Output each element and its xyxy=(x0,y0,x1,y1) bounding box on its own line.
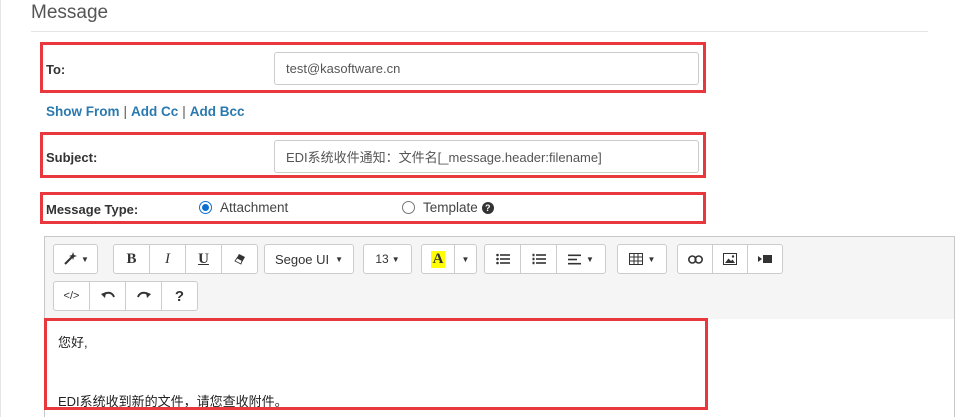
font-size-dropdown[interactable]: 13 ▼ xyxy=(363,244,412,274)
title-divider xyxy=(31,31,928,32)
video-button[interactable] xyxy=(747,244,783,274)
radio-attachment-selected-icon[interactable] xyxy=(199,201,212,214)
subject-input[interactable] xyxy=(274,140,699,173)
color-group: A ▼ xyxy=(421,244,477,274)
picture-button[interactable] xyxy=(712,244,748,274)
subject-label: Subject: xyxy=(46,150,98,165)
radio-attachment[interactable]: Attachment xyxy=(199,200,288,215)
table-group: ▼ xyxy=(617,244,667,274)
chevron-down-icon: ▼ xyxy=(586,254,594,264)
recipient-links: Show From | Add Cc | Add Bcc xyxy=(46,104,245,119)
paragraph-group: ▼ xyxy=(484,244,606,274)
body-highlight-box xyxy=(44,318,708,410)
undo-icon xyxy=(100,291,115,298)
help-button[interactable]: ? xyxy=(161,281,198,311)
message-type-label: Message Type: xyxy=(46,202,139,217)
radio-template[interactable]: Template ? xyxy=(402,200,494,215)
table-dropdown-button[interactable]: ▼ xyxy=(617,244,667,274)
chevron-down-icon: ▼ xyxy=(335,254,344,264)
link-button[interactable] xyxy=(677,244,713,274)
misc-group: </> ? xyxy=(53,281,198,311)
video-icon xyxy=(758,255,772,263)
link-separator: | xyxy=(123,104,128,119)
radio-attachment-label: Attachment xyxy=(220,200,289,215)
help-icon: ? xyxy=(174,287,185,305)
color-dropdown-button[interactable]: ▼ xyxy=(454,244,477,274)
undo-button[interactable] xyxy=(89,281,126,311)
insert-group xyxy=(677,244,783,274)
editor-toolbar: ▼ B I U Segoe UI ▼ 13 ▼ A ▼ ▼ ▼ </> ? xyxy=(45,237,954,320)
question-circle-icon[interactable]: ? xyxy=(481,201,494,214)
font-size-value: 13 xyxy=(375,252,389,266)
add-bcc-link[interactable]: Add Bcc xyxy=(190,104,245,119)
link-icon xyxy=(687,254,703,264)
underline-icon: U xyxy=(198,250,209,267)
panel-left-border xyxy=(0,0,1,417)
font-size-group: 13 ▼ xyxy=(363,244,412,274)
font-name-group: Segoe UI ▼ xyxy=(264,244,354,274)
magic-wand-icon xyxy=(64,252,78,265)
eraser-icon xyxy=(233,254,245,265)
link-separator: | xyxy=(182,104,186,119)
text-color-icon: A xyxy=(430,250,446,268)
style-group: ▼ xyxy=(53,244,98,274)
eraser-button[interactable] xyxy=(221,244,258,274)
bold-button[interactable]: B xyxy=(113,244,150,274)
font-style-group: B I U xyxy=(113,244,258,274)
bold-icon: B xyxy=(126,250,137,267)
chevron-down-icon: ▼ xyxy=(647,254,656,264)
ordered-list-icon xyxy=(532,253,546,265)
unordered-list-button[interactable] xyxy=(484,244,521,274)
italic-button[interactable]: I xyxy=(149,244,186,274)
chevron-down-icon: ▼ xyxy=(461,254,470,264)
radio-template-label: Template xyxy=(423,200,478,215)
show-from-link[interactable]: Show From xyxy=(46,104,120,119)
message-type-highlight-box xyxy=(40,192,706,224)
underline-button[interactable]: U xyxy=(185,244,222,274)
picture-icon xyxy=(723,253,737,265)
font-name-value: Segoe UI xyxy=(274,251,330,267)
section-title: Message xyxy=(31,2,109,23)
font-name-dropdown[interactable]: Segoe UI ▼ xyxy=(264,244,354,274)
italic-icon: I xyxy=(165,250,170,267)
align-left-icon xyxy=(568,254,582,264)
ordered-list-button[interactable] xyxy=(520,244,557,274)
align-dropdown-button[interactable]: ▼ xyxy=(556,244,606,274)
to-input[interactable] xyxy=(274,52,699,85)
chevron-down-icon: ▼ xyxy=(391,254,400,264)
to-label: To: xyxy=(46,62,66,77)
radio-template-unselected-icon[interactable] xyxy=(402,201,415,214)
redo-icon xyxy=(136,291,151,298)
add-cc-link[interactable]: Add Cc xyxy=(131,104,178,119)
code-view-button[interactable]: </> xyxy=(53,281,90,311)
redo-button[interactable] xyxy=(125,281,162,311)
magic-wand-button[interactable]: ▼ xyxy=(53,244,98,274)
text-color-button[interactable]: A xyxy=(421,244,455,274)
table-icon xyxy=(628,253,643,265)
unordered-list-icon xyxy=(495,253,510,265)
code-icon: </> xyxy=(63,290,80,302)
